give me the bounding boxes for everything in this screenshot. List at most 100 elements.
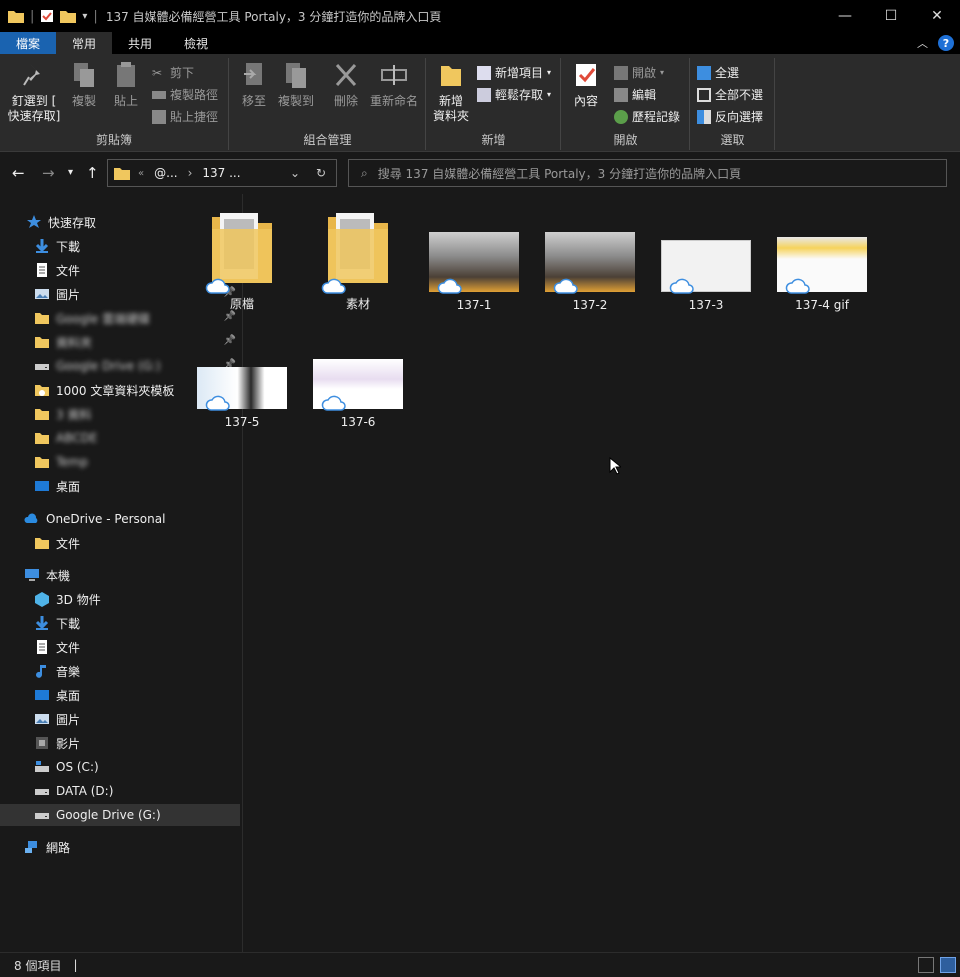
sidebar-item[interactable]: 音樂 (0, 660, 240, 682)
group-label-new: 新增 (481, 133, 506, 147)
new-folder-quick-icon[interactable] (60, 9, 77, 23)
easy-access-button[interactable]: 輕鬆存取 ▾ (477, 86, 551, 103)
help-icon[interactable]: ? (938, 35, 954, 51)
tab-file[interactable]: 檔案 (0, 32, 57, 54)
copy-path-button[interactable]: 複製路徑 (152, 86, 218, 103)
sidebar-item[interactable]: 文件 (0, 636, 240, 658)
sidebar-item[interactable]: 桌面 (0, 475, 240, 497)
desktop-icon (34, 478, 50, 494)
pictures-icon (34, 286, 50, 302)
paste-shortcut-button[interactable]: 貼上捷徑 (152, 108, 218, 125)
file-item[interactable]: 137-3 (651, 202, 761, 312)
details-view-icon[interactable] (918, 957, 934, 973)
tab-view[interactable]: 檢視 (168, 32, 224, 54)
sidebar-item-label: 文件 (56, 263, 81, 278)
delete-button[interactable]: 刪除 (330, 60, 362, 109)
sidebar-item[interactable]: Temp (0, 451, 240, 473)
sidebar-item[interactable]: DATA (D:) (0, 780, 240, 802)
file-item[interactable]: 137-1 (419, 202, 529, 312)
cut-button[interactable]: ✂ 剪下 (152, 64, 194, 81)
sidebar-item-network[interactable]: 網路 (0, 836, 240, 858)
copy-icon (74, 63, 94, 87)
sidebar-item[interactable]: ABCDE (0, 427, 240, 449)
document-icon (34, 262, 50, 278)
group-label-clipboard: 剪貼簿 (95, 133, 132, 147)
move-to-button[interactable]: 移至 (238, 60, 270, 109)
sidebar-item-label: Temp (56, 455, 88, 469)
large-icons-view-icon[interactable] (940, 957, 956, 973)
properties-button[interactable]: 內容 (568, 60, 604, 109)
sidebar-item[interactable]: 桌面 (0, 684, 240, 706)
select-all-button[interactable]: 全選 (697, 64, 739, 81)
up-arrow-icon[interactable]: ↑ (86, 164, 99, 182)
edit-button[interactable]: 編輯 (614, 86, 656, 103)
breadcrumb-item[interactable]: @... (154, 166, 177, 180)
collapse-ribbon-icon[interactable]: ︿ (917, 35, 928, 51)
properties-check-icon[interactable] (40, 9, 54, 23)
sidebar-item[interactable]: 3D 物件 (0, 588, 240, 610)
select-none-button[interactable]: 全部不選 (697, 86, 763, 103)
pc-icon (24, 567, 40, 583)
cloud-status-icon (321, 278, 347, 294)
breadcrumb-chevron-icon[interactable]: › (188, 166, 193, 180)
close-button[interactable]: ✕ (914, 0, 960, 32)
file-name: 137-6 (340, 415, 376, 429)
item-count: 8 個項目 (14, 958, 62, 973)
invert-selection-icon (697, 109, 711, 124)
minimize-button[interactable]: — (822, 0, 868, 32)
copy-to-button[interactable]: 複製到 (276, 60, 316, 109)
new-folder-button[interactable]: 新增 資料夾 (431, 60, 471, 124)
copy-button[interactable]: 複製 (66, 60, 102, 109)
sidebar-item-label: 音樂 (56, 664, 81, 679)
forward-arrow-icon[interactable]: → (42, 164, 55, 182)
folder-cloud-icon (34, 382, 50, 398)
music-icon (34, 663, 50, 679)
search-input[interactable]: ⌕ 搜尋 137 自媒體必備經營工具 Portaly，3 分鐘打造你的品牌入口頁 (348, 159, 947, 187)
navigation-pane: 快速存取下載📌文件📌圖片📌Google 雲端硬碟📌資料夾📌Google Driv… (0, 204, 242, 952)
address-bar[interactable]: « @... › 137 ... ⌄ ↻ (107, 159, 337, 187)
tab-home[interactable]: 常用 (56, 32, 113, 54)
breadcrumb-overflow[interactable]: « (138, 168, 144, 179)
breadcrumb-item[interactable]: 137 ... (202, 166, 240, 180)
sidebar-item-this-pc[interactable]: 本機 (0, 564, 240, 586)
open-button[interactable]: 開啟 ▾ (614, 64, 664, 81)
group-clipboard: 釘選到 [ 快速存取] 複製 貼上 ✂ 剪下 複製路徑 貼上捷徑 剪貼簿 (0, 58, 229, 150)
folder-icon (34, 430, 50, 446)
file-item[interactable]: 137-5 (187, 319, 297, 429)
delete-label: 刪除 (333, 94, 358, 108)
sidebar-item-label: 1000 文章資料夾模板 (56, 383, 175, 398)
back-arrow-icon[interactable]: ← (12, 164, 25, 182)
history-button[interactable]: 歷程記錄 (614, 108, 680, 125)
properties-icon (576, 64, 596, 86)
pin-quick-access-button[interactable]: 釘選到 [ 快速存取] (6, 60, 62, 124)
address-dropdown-icon[interactable]: ⌄ (290, 166, 300, 180)
refresh-icon[interactable]: ↻ (316, 166, 326, 180)
tab-share[interactable]: 共用 (112, 32, 168, 54)
sidebar-item[interactable]: 圖片 (0, 708, 240, 730)
sidebar-item[interactable]: 影片 (0, 732, 240, 754)
download-icon (34, 238, 50, 254)
sidebar-item[interactable]: Google Drive (G:) (0, 804, 240, 826)
folder-item[interactable]: 原檔 (187, 202, 297, 312)
move-to-label: 移至 (241, 94, 266, 108)
sidebar-item[interactable]: OS (C:) (0, 756, 240, 778)
paste-button[interactable]: 貼上 (108, 60, 144, 109)
recent-locations-icon[interactable]: ▾ (68, 167, 73, 178)
cloud-status-icon (669, 278, 695, 294)
file-item[interactable]: 137-4 gif (767, 202, 877, 312)
folder-item[interactable]: 素材 (303, 202, 413, 312)
file-item[interactable]: 137-6 (303, 319, 413, 429)
ribbon: 釘選到 [ 快速存取] 複製 貼上 ✂ 剪下 複製路徑 貼上捷徑 剪貼簿 移至 (0, 54, 960, 152)
new-item-button[interactable]: 新增項目 ▾ (477, 64, 551, 81)
invert-selection-button[interactable]: 反向選擇 (697, 108, 763, 125)
dropdown-arrow-icon: ▾ (547, 68, 552, 77)
maximize-button[interactable]: ☐ (868, 0, 914, 32)
sidebar-item-label: 桌面 (56, 479, 81, 494)
file-item[interactable]: 137-2 (535, 202, 645, 312)
customize-quick-access-icon[interactable]: ▾ (82, 11, 87, 22)
rename-button[interactable]: 重新命名 (368, 60, 420, 109)
sidebar-item-onedrive[interactable]: OneDrive - Personal (0, 508, 240, 530)
sidebar-item[interactable]: 下載 (0, 612, 240, 634)
select-all-label: 全選 (715, 66, 740, 80)
sidebar-item[interactable]: 文件 (0, 532, 240, 554)
